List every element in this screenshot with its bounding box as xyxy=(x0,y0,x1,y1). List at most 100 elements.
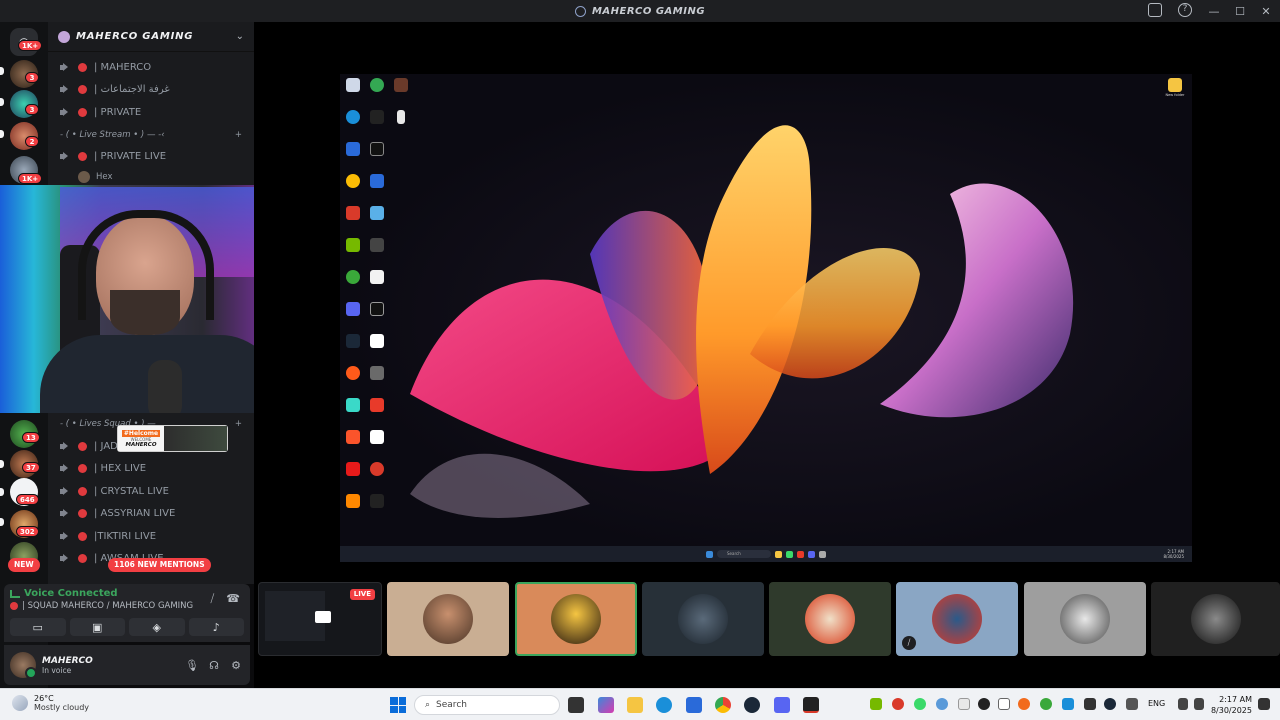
user-info[interactable]: MAHERCO In voice xyxy=(42,656,178,675)
participant-tile[interactable] xyxy=(387,582,509,656)
fall-guys-icon[interactable] xyxy=(366,206,388,220)
maximize-button[interactable]: ☐ xyxy=(1234,5,1246,18)
category-live-stream[interactable]: - ( • Live Stream • ) — -‹ + xyxy=(48,124,254,146)
game-icon[interactable] xyxy=(390,78,412,92)
acrobat-icon[interactable] xyxy=(342,462,364,476)
steam-icon[interactable] xyxy=(744,697,760,713)
camera-off-button[interactable]: ▭ xyxy=(10,618,66,636)
file-icon[interactable] xyxy=(390,110,412,124)
taskbar-search[interactable]: ⌕ Search xyxy=(414,695,560,715)
edge-icon[interactable] xyxy=(656,697,672,713)
soundboard-button[interactable]: ♪ xyxy=(188,618,244,636)
pdf-icon[interactable] xyxy=(366,270,388,284)
voice-channel-info[interactable]: | SQUAD MAHERCO / MAHERCO GAMING xyxy=(10,601,244,611)
taskbar-clock[interactable]: 2:17 AM 8/30/2025 xyxy=(1211,694,1252,716)
participant-tile[interactable]: ⧸ xyxy=(896,582,1018,656)
gear-icon[interactable]: ⚙ xyxy=(228,659,244,672)
headphones-icon[interactable]: ☊ xyxy=(206,659,222,672)
weather-widget[interactable]: 26°C Mostly cloudy xyxy=(12,694,89,712)
epic-games-icon[interactable] xyxy=(803,697,819,713)
avatar[interactable] xyxy=(10,652,37,679)
epic-games-icon[interactable] xyxy=(366,142,388,156)
participant-tile[interactable] xyxy=(1024,582,1146,656)
cpu-icon[interactable] xyxy=(366,238,388,252)
screen-share-button[interactable]: ▣ xyxy=(69,618,125,636)
steam-tray-icon[interactable] xyxy=(1104,698,1116,710)
tray-icon[interactable] xyxy=(998,698,1010,710)
activity-button[interactable]: ◈ xyxy=(129,618,185,636)
voice-channel[interactable]: | PRIVATE LIVE xyxy=(48,146,254,169)
server-header[interactable]: MAHERCO GAMING ⌄ xyxy=(48,22,254,52)
tray-icon[interactable] xyxy=(978,698,990,710)
minimize-button[interactable]: — xyxy=(1208,5,1220,18)
tray-icon[interactable] xyxy=(1084,698,1096,710)
edge-icon[interactable] xyxy=(342,110,364,124)
voice-channel[interactable]: | HEX LIVE xyxy=(48,458,254,481)
steam-icon[interactable] xyxy=(342,334,364,348)
nvidia-icon[interactable] xyxy=(342,238,364,252)
nvidia-tray-icon[interactable] xyxy=(870,698,882,710)
new-folder-icon[interactable]: New folder xyxy=(1162,78,1188,97)
discord-icon[interactable] xyxy=(342,302,364,316)
stream-preview-tile[interactable]: LIVE xyxy=(258,582,382,656)
tray-icon[interactable] xyxy=(1040,698,1052,710)
mic-icon[interactable]: 🎙 xyxy=(184,659,200,672)
cod-icon[interactable] xyxy=(366,110,388,124)
autocut-icon[interactable] xyxy=(366,334,388,348)
start-button[interactable] xyxy=(390,697,406,713)
cod2-icon[interactable] xyxy=(366,494,388,508)
garena-icon[interactable] xyxy=(366,462,388,476)
store-icon[interactable] xyxy=(686,697,702,713)
google-chrome-icon[interactable] xyxy=(342,174,364,188)
voice-channel[interactable]: | ASSYRIAN LIVE xyxy=(48,503,254,526)
ea-icon[interactable] xyxy=(342,366,364,380)
chrome-icon[interactable] xyxy=(366,78,388,92)
participant-tile-speaking[interactable] xyxy=(515,582,637,656)
voice-channel[interactable]: |TIKTIRI LIVE xyxy=(48,525,254,548)
help-icon[interactable]: ? xyxy=(1178,3,1192,17)
chrome-icon[interactable] xyxy=(715,697,731,713)
rainbow-icon[interactable] xyxy=(366,366,388,380)
tray-icon[interactable] xyxy=(1126,698,1138,710)
participant-tile[interactable] xyxy=(769,582,891,656)
task-view-icon[interactable] xyxy=(568,697,584,713)
copilot-icon[interactable] xyxy=(598,697,614,713)
mentions-badge[interactable]: 1106 NEW MENTIONS xyxy=(108,558,211,572)
noise-suppression-icon[interactable]: ⧸ xyxy=(211,592,215,606)
bluetooth-icon[interactable] xyxy=(1062,698,1074,710)
battlefield-icon[interactable] xyxy=(366,302,388,316)
inbox-icon[interactable] xyxy=(1148,3,1162,17)
anydesk-icon[interactable] xyxy=(366,398,388,412)
tray-icon[interactable] xyxy=(892,698,904,710)
tray-icon[interactable] xyxy=(936,698,948,710)
participant-tile[interactable] xyxy=(1151,582,1280,656)
vlc-icon[interactable] xyxy=(342,494,364,508)
voice-channel[interactable]: | غرفة الاجتماعات xyxy=(48,79,254,102)
bf2042-icon[interactable] xyxy=(342,398,364,412)
notifications-icon[interactable] xyxy=(1258,698,1270,710)
xbox-icon[interactable] xyxy=(342,270,364,284)
voice-channel[interactable]: | MAHERCO xyxy=(48,56,254,79)
tray-icon[interactable] xyxy=(914,698,926,710)
tray-icon[interactable] xyxy=(1018,698,1030,710)
close-button[interactable]: ✕ xyxy=(1260,5,1272,18)
frameview-icon[interactable] xyxy=(366,430,388,444)
add-channel-icon[interactable]: + xyxy=(235,130,242,140)
chevron-down-icon[interactable]: ⌄ xyxy=(236,31,244,42)
voice-channel[interactable]: | CRYSTAL LIVE xyxy=(48,480,254,503)
network-icon[interactable] xyxy=(1178,698,1188,710)
language-indicator[interactable]: ENG xyxy=(1148,699,1165,708)
rocket-league-icon[interactable] xyxy=(366,174,388,188)
volume-icon[interactable] xyxy=(1194,698,1204,710)
add-channel-icon[interactable]: + xyxy=(235,419,242,429)
voice-channel[interactable]: | PRIVATE xyxy=(48,101,254,124)
new-badge[interactable]: NEW xyxy=(8,558,40,572)
stream-stage[interactable]: New folder Search 2:17 AM 8/30/2025 LIVE xyxy=(254,22,1280,688)
app-icon[interactable] xyxy=(342,142,364,156)
driver-icon[interactable] xyxy=(342,206,364,220)
voice-status[interactable]: Voice Connected xyxy=(10,588,244,599)
participant-tile[interactable] xyxy=(642,582,764,656)
voice-member[interactable]: Hex xyxy=(48,168,254,186)
recycle-bin-icon[interactable] xyxy=(342,78,364,92)
brave-icon[interactable] xyxy=(342,430,364,444)
